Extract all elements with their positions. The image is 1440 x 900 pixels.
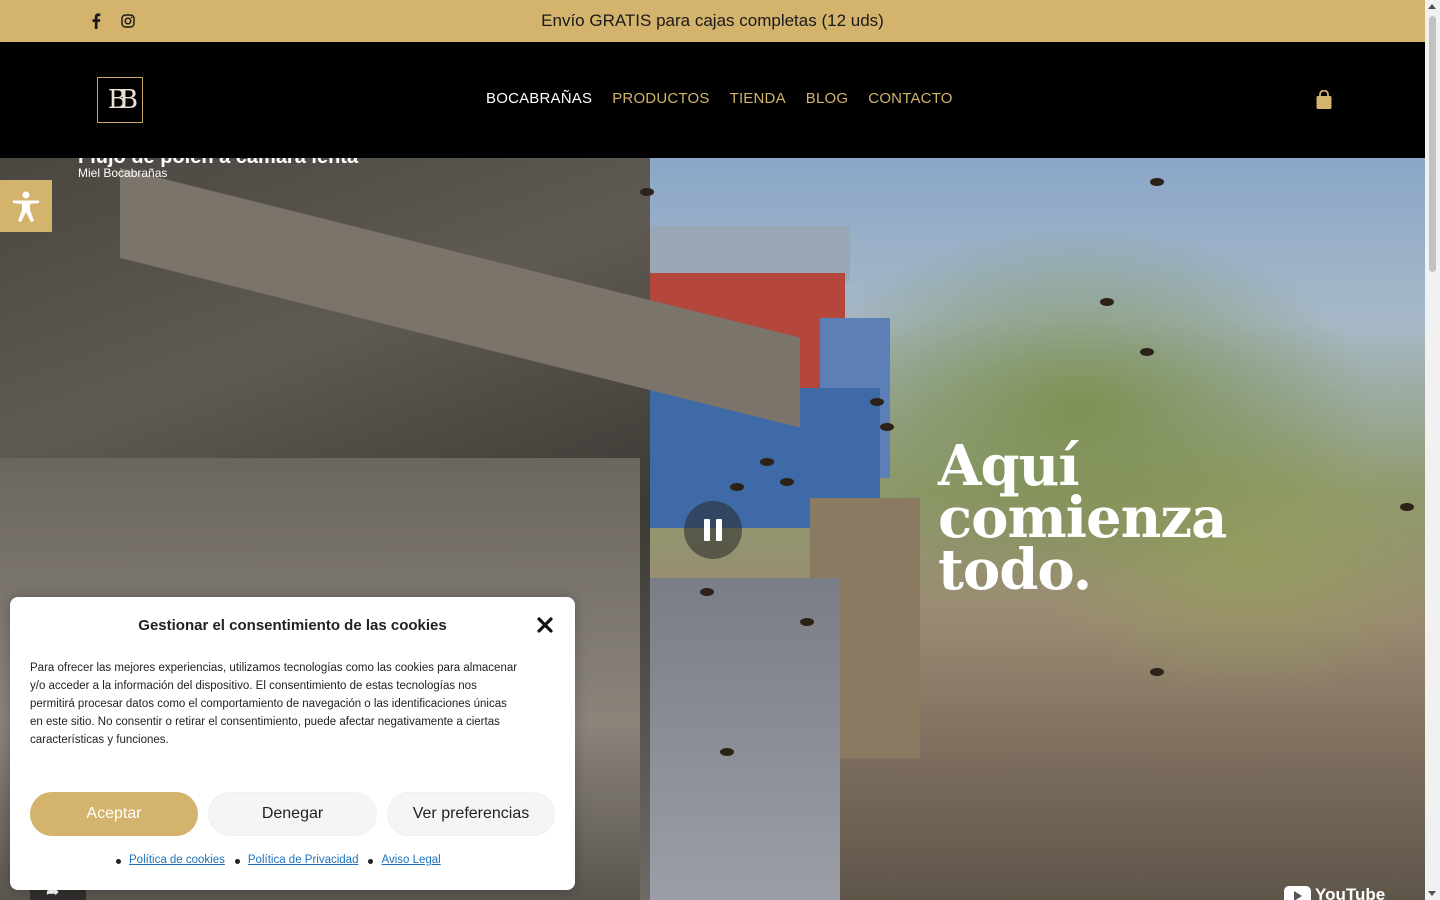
legal-notice-link[interactable]: Aviso Legal xyxy=(368,854,441,866)
announcement-text: Envío GRATIS para cajas completas (12 ud… xyxy=(541,11,884,30)
nav-item-bocabranas[interactable]: BOCABRAÑAS xyxy=(486,90,592,107)
scroll-up-icon[interactable] xyxy=(1428,4,1436,9)
privacy-policy-link[interactable]: Política de Privacidad xyxy=(234,854,358,866)
bee xyxy=(870,398,884,406)
scroll-down-icon[interactable] xyxy=(1428,891,1436,896)
cookie-links: Política de cookies Política de Privacid… xyxy=(116,854,441,866)
cookie-consent-dialog: Gestionar el consentimiento de las cooki… xyxy=(10,597,575,890)
bee xyxy=(800,618,814,626)
bee xyxy=(1400,503,1414,511)
bee xyxy=(1140,348,1154,356)
hero-headline: Aquí comienza todo. xyxy=(938,433,1227,603)
youtube-icon xyxy=(1284,885,1311,900)
bee xyxy=(880,423,894,431)
page-scrollbar[interactable] xyxy=(1425,0,1440,900)
preferences-button[interactable]: Ver preferencias xyxy=(387,792,555,836)
bee xyxy=(1150,668,1164,676)
bee xyxy=(780,478,794,486)
bee xyxy=(730,483,744,491)
youtube-logo[interactable]: YouTube xyxy=(1284,885,1385,900)
site-header: BB BOCABRAÑAS PRODUCTOS TIENDA BLOG CONT… xyxy=(0,42,1425,158)
video-channel[interactable]: Miel Bocabrañas xyxy=(78,166,167,180)
cookie-policy-link[interactable]: Política de cookies xyxy=(116,854,225,866)
bee xyxy=(760,458,774,466)
bee xyxy=(640,188,654,196)
nav-item-productos[interactable]: PRODUCTOS xyxy=(612,90,709,107)
nav-item-tienda[interactable]: TIENDA xyxy=(730,90,786,107)
accessibility-icon[interactable] xyxy=(0,180,52,232)
announcement-bar: Envío GRATIS para cajas completas (12 ud… xyxy=(0,0,1425,42)
site-logo[interactable]: BB xyxy=(97,77,143,123)
scrollbar-thumb[interactable] xyxy=(1429,16,1436,272)
nav-item-blog[interactable]: BLOG xyxy=(806,90,848,107)
bee xyxy=(700,588,714,596)
close-icon[interactable] xyxy=(535,615,555,635)
pause-icon[interactable] xyxy=(684,501,742,559)
deny-button[interactable]: Denegar xyxy=(208,792,377,836)
bee xyxy=(1100,298,1114,306)
accept-button[interactable]: Aceptar xyxy=(30,792,198,836)
instagram-icon[interactable] xyxy=(120,13,136,29)
main-nav: BOCABRAÑAS PRODUCTOS TIENDA BLOG CONTACT… xyxy=(486,90,953,107)
cookie-message: Para ofrecer las mejores experiencias, u… xyxy=(30,662,518,746)
social-links xyxy=(88,0,136,42)
nav-item-contacto[interactable]: CONTACTO xyxy=(868,90,952,107)
bee xyxy=(1150,178,1164,186)
bee xyxy=(720,748,734,756)
facebook-icon[interactable] xyxy=(88,13,104,29)
shopping-bag-icon[interactable] xyxy=(1315,89,1333,110)
cookie-dialog-title: Gestionar el consentimiento de las cooki… xyxy=(138,617,447,634)
